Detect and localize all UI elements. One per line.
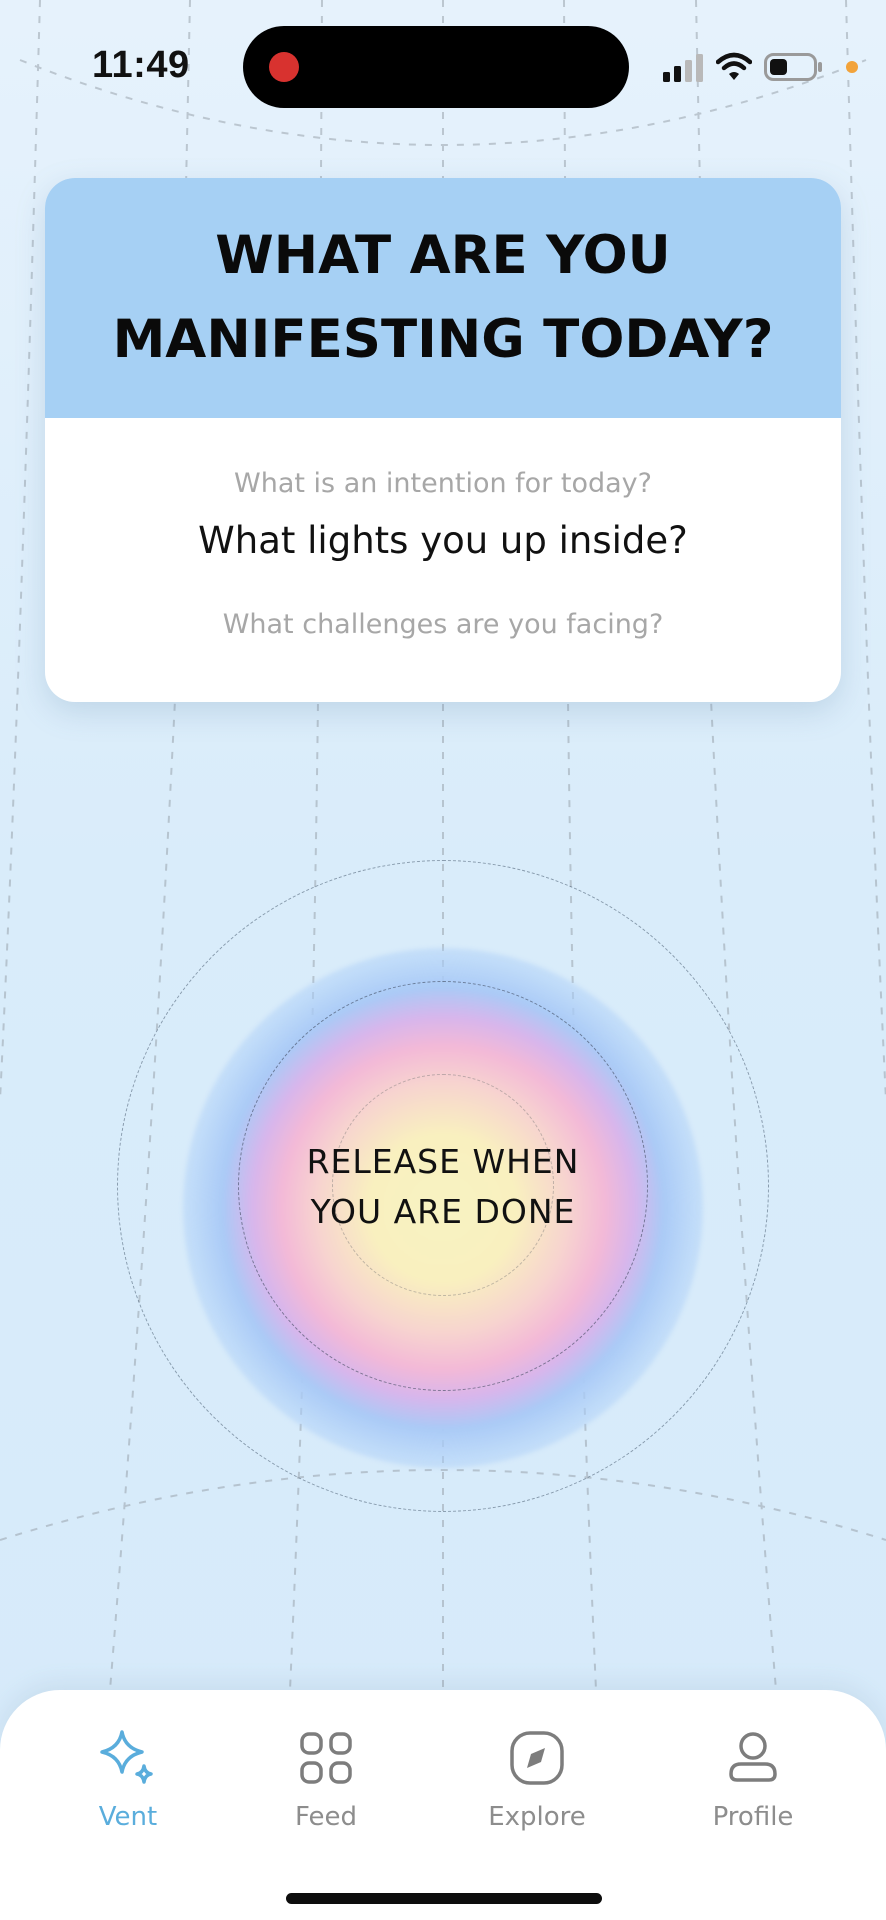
release-line-1: RELEASE WHEN (306, 1142, 580, 1181)
tab-vent[interactable]: Vent (48, 1728, 208, 1848)
prompt-option[interactable]: What is an intention for today? (45, 468, 841, 499)
privacy-dot-icon (846, 61, 858, 73)
person-icon (729, 1732, 777, 1782)
battery-icon (764, 53, 822, 81)
status-bar: 11:49 (0, 0, 886, 130)
tab-vent-label: Vent (98, 1802, 158, 1832)
compass-icon (510, 1731, 564, 1785)
wifi-icon (716, 52, 752, 80)
dynamic-island (243, 26, 629, 108)
tab-feed-label: Feed (294, 1802, 358, 1832)
tab-explore[interactable]: Explore (457, 1728, 617, 1848)
prompt-picker[interactable]: What is an intention for today? What lig… (45, 418, 841, 702)
tab-explore-label: Explore (488, 1802, 586, 1832)
cellular-signal-icon (663, 54, 703, 82)
status-icons (660, 48, 870, 88)
home-indicator (286, 1893, 602, 1904)
tab-profile-label: Profile (712, 1802, 794, 1832)
prompt-option-selected[interactable]: What lights you up inside? (45, 519, 841, 562)
release-button-label[interactable]: RELEASE WHEN YOU ARE DONE (243, 1137, 643, 1237)
tab-feed[interactable]: Feed (246, 1728, 406, 1848)
grid-icon (300, 1732, 352, 1784)
question-card: WHAT ARE YOU MANIFESTING TODAY? What is … (45, 178, 841, 702)
tab-bar: Vent Feed Explore Profile (0, 1690, 886, 1920)
sparkle-icon (100, 1730, 153, 1784)
card-title: WHAT ARE YOU MANIFESTING TODAY? (112, 225, 774, 370)
prompt-option[interactable]: What challenges are you facing? (45, 609, 841, 640)
release-line-2: YOU ARE DONE (310, 1192, 576, 1231)
status-time: 11:49 (92, 44, 190, 86)
card-header: WHAT ARE YOU MANIFESTING TODAY? (45, 178, 841, 418)
release-area: RELEASE WHEN YOU ARE DONE (0, 840, 886, 1540)
recording-dot-icon (269, 52, 299, 82)
tab-profile[interactable]: Profile (673, 1728, 833, 1848)
